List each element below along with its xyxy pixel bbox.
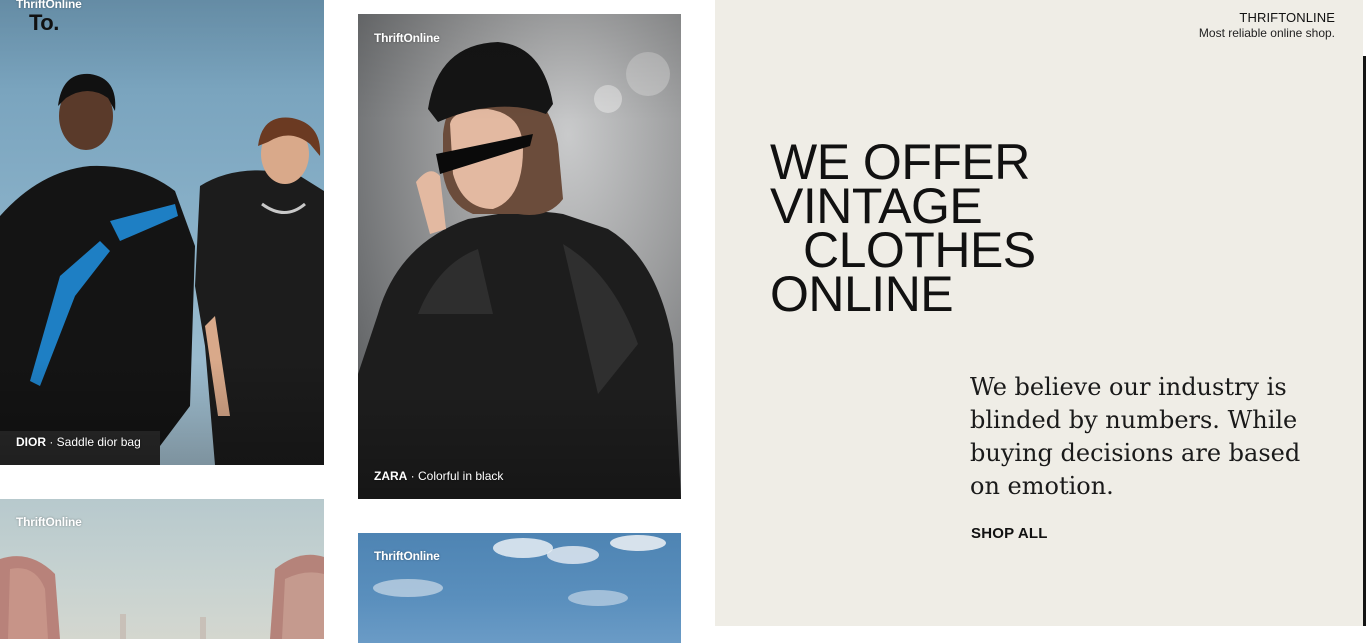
caption-separator: · (407, 469, 418, 483)
brand-name: THRIFTONLINE (1239, 10, 1335, 25)
caption-separator: · (46, 435, 57, 449)
brand-tagline: Most reliable online shop. (1198, 26, 1335, 40)
product-card-dior[interactable]: ThriftOnline DIOR · Saddle dior bag (0, 0, 324, 465)
hero-headline: WE OFFER VINTAGE CLOTHES ONLINE (770, 137, 1036, 322)
headline-line-4: ONLINE (770, 266, 954, 322)
card-caption: ZARA · Colorful in black (374, 469, 503, 483)
product-card-4[interactable]: ThriftOnline (358, 533, 681, 643)
caption-brand: ZARA (374, 469, 408, 483)
shop-all-link[interactable]: SHOP ALL (971, 525, 1048, 542)
card-brand-label: ThriftOnline (374, 549, 440, 563)
caption-text: Colorful in black (418, 469, 504, 483)
site-logo[interactable]: To. (29, 10, 59, 36)
caption-brand: DIOR (16, 435, 46, 449)
card-brand-label: ThriftOnline (374, 31, 440, 45)
hero-panel: THRIFTONLINE Most reliable online shop. … (715, 0, 1363, 626)
product-card-zara[interactable]: ThriftOnline ZARA · Colorful in black (358, 14, 681, 499)
card-brand-label: ThriftOnline (16, 515, 82, 529)
hero-body-text: We believe our industry is blinded by nu… (970, 373, 1301, 500)
caption-text: Saddle dior bag (56, 435, 141, 449)
card-caption: DIOR · Saddle dior bag (16, 435, 141, 449)
product-card-3[interactable]: ThriftOnline (0, 499, 324, 639)
